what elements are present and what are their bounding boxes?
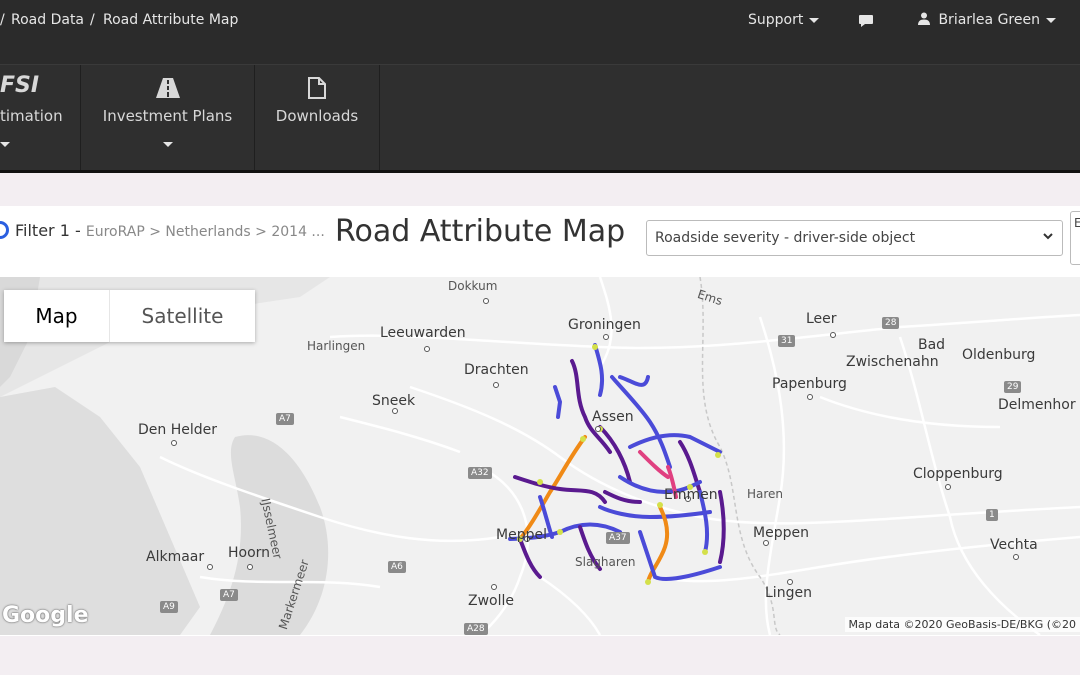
- page-title: Road Attribute Map: [335, 214, 626, 249]
- place-label: Oldenburg: [962, 347, 1036, 363]
- top-bar: / Road Data / Road Attribute Map Support…: [0, 0, 1080, 64]
- attribute-select-value: Roadside severity - driver-side object: [655, 230, 916, 246]
- filter-path: EuroRAP > Netherlands > 2014 ...: [85, 224, 325, 240]
- road-shield: 28: [882, 317, 900, 329]
- breadcrumb-separator: /: [90, 12, 95, 28]
- road-shield: 29: [1004, 381, 1022, 393]
- place-label: Zwischenahn: [846, 354, 939, 370]
- place-label: Den Helder: [138, 422, 218, 438]
- place-label: Sneek: [372, 393, 416, 409]
- place-label: Cloppenburg: [913, 466, 1003, 482]
- place-label: Meppen: [753, 525, 809, 541]
- chevron-down-icon: [1045, 17, 1056, 23]
- road-shield: A9: [160, 601, 178, 613]
- map-type-map-button[interactable]: Map: [4, 290, 110, 342]
- support-menu[interactable]: Support: [748, 12, 820, 28]
- nav-item-label: timation: [0, 107, 63, 125]
- chat-button[interactable]: [858, 14, 874, 32]
- filter-selector[interactable]: Filter 1 - EuroRAP > Netherlands > 2014 …: [0, 221, 325, 240]
- fsi-logo: FSI: [0, 73, 40, 98]
- road-icon: [81, 77, 254, 103]
- map-type-control: Map Satellite: [4, 290, 255, 342]
- place-label: Lingen: [765, 585, 812, 601]
- chevron-down-icon: [0, 142, 10, 147]
- place-label: Assen: [592, 409, 634, 425]
- secondary-select-letter: E: [1074, 216, 1080, 230]
- place-label: Drachten: [464, 362, 529, 378]
- road-shield: A37: [606, 532, 630, 544]
- place-label: Bad: [918, 337, 946, 353]
- support-label: Support: [748, 12, 804, 28]
- breadcrumb-separator: /: [0, 12, 5, 28]
- place-label: Vechta: [990, 537, 1038, 553]
- nav-item-investment-plans[interactable]: Investment Plans: [81, 65, 255, 172]
- secondary-select[interactable]: E: [1070, 211, 1080, 265]
- place-label: Slagharen: [575, 555, 636, 569]
- content-area: Filter 1 - EuroRAP > Netherlands > 2014 …: [0, 173, 1080, 675]
- road-shield: A28: [464, 623, 488, 635]
- place-label: Harlingen: [307, 339, 366, 353]
- filter-label: Filter 1 -: [15, 221, 81, 240]
- place-label: Emmen: [664, 487, 718, 503]
- road-shield: A6: [388, 561, 406, 573]
- chevron-down-icon: [162, 142, 173, 147]
- chevron-down-icon: [1042, 230, 1054, 246]
- chat-icon: [859, 15, 873, 27]
- nav-item-label: Investment Plans: [102, 107, 233, 125]
- map-attribution: Map data ©2020 GeoBasis-DE/BKG (©20: [844, 617, 1080, 632]
- filter-circle-icon: [0, 221, 9, 239]
- road-shield: 1: [986, 509, 998, 521]
- place-label: Dokkum: [448, 279, 498, 293]
- road-shield: A32: [468, 467, 492, 479]
- road-shield: A7: [220, 589, 238, 601]
- place-label: Leeuwarden: [380, 325, 466, 341]
- nav-item-downloads[interactable]: Downloads: [255, 65, 380, 172]
- chevron-down-icon: [809, 17, 820, 23]
- main-nav: FSI timation Investment Plans Downloads: [0, 64, 1080, 172]
- place-label: Leer: [806, 311, 837, 327]
- google-logo: Google: [2, 603, 89, 628]
- place-label: Groningen: [568, 317, 641, 333]
- road-shield: A7: [276, 413, 294, 425]
- map-type-satellite-button[interactable]: Satellite: [110, 290, 255, 342]
- place-label: Papenburg: [772, 376, 847, 392]
- road-attribute-map[interactable]: Dokkum Leeuwarden Harlingen Groningen Dr…: [0, 277, 1080, 635]
- place-label: Alkmaar: [146, 549, 205, 565]
- nav-item-label: Downloads: [275, 107, 359, 125]
- breadcrumb-road-data[interactable]: Road Data: [11, 12, 84, 28]
- road-shield: 31: [778, 335, 796, 347]
- place-label: Meppel: [496, 527, 547, 543]
- user-menu[interactable]: Briarlea Green: [918, 12, 1056, 28]
- place-label: Delmenhor: [998, 397, 1076, 413]
- attribute-select[interactable]: Roadside severity - driver-side object: [646, 220, 1063, 256]
- place-label: Haren: [747, 487, 784, 501]
- file-icon: [255, 77, 379, 103]
- place-label: Zwolle: [468, 593, 514, 609]
- user-icon: [918, 12, 930, 25]
- nav-item-estimation[interactable]: FSI timation: [0, 65, 81, 172]
- breadcrumb-current: Road Attribute Map: [103, 12, 239, 28]
- user-name: Briarlea Green: [938, 12, 1040, 28]
- place-label: Hoorn: [228, 545, 271, 561]
